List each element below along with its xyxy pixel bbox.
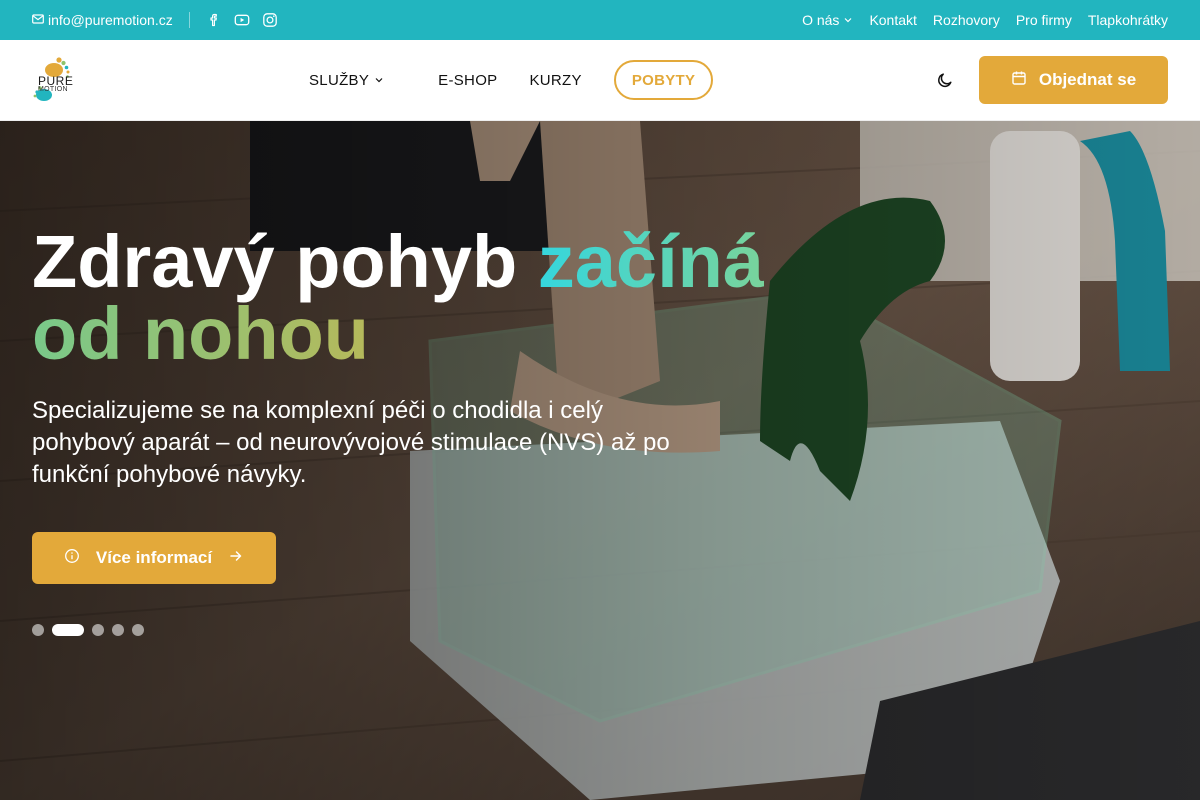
hero-title-line1: Zdravý pohyb začíná xyxy=(32,225,764,299)
slider-dot-active[interactable] xyxy=(52,624,84,636)
hero-subtitle: Specializujeme se na komplexní péči o ch… xyxy=(32,397,670,488)
slider-dot[interactable] xyxy=(92,624,104,636)
slider-pagination xyxy=(32,624,144,636)
nav-item-sluzby-label: SLUŽBY xyxy=(309,71,370,89)
hero-title-highlight: začíná xyxy=(537,220,764,303)
more-info-button[interactable]: Více informací xyxy=(32,532,276,584)
hero-title-part1: Zdravý pohyb xyxy=(32,220,538,303)
chevron-down-icon xyxy=(843,12,853,28)
arrow-right-icon xyxy=(228,548,244,569)
chevron-down-icon xyxy=(374,72,384,89)
slider-dot[interactable] xyxy=(132,624,144,636)
facebook-icon[interactable] xyxy=(206,12,222,28)
top-bar-links: O nás Kontakt Rozhovory Pro firmy Tlapko… xyxy=(802,12,1168,28)
logo-text-motion: MOTION xyxy=(38,86,68,93)
hero-title: Zdravý pohyb začíná od nohou xyxy=(32,225,764,371)
mail-icon xyxy=(32,12,44,28)
topbar-link-about[interactable]: O nás xyxy=(802,12,853,28)
top-bar: info@puremotion.cz O nás Kontakt Rozhovo… xyxy=(0,0,1200,40)
info-icon xyxy=(64,548,80,569)
hero-title-line2: od nohou xyxy=(32,297,764,371)
social-links xyxy=(206,12,278,28)
main-header: PURE MOTION SLUŽBY E-SHOP KURZY POBYTY O… xyxy=(0,40,1200,121)
more-info-button-label: Více informací xyxy=(95,548,213,567)
youtube-icon[interactable] xyxy=(234,12,250,28)
order-button-label: Objednat se xyxy=(1038,70,1137,89)
topbar-link-tlapkohratky[interactable]: Tlapkohrátky xyxy=(1088,12,1168,28)
top-bar-left: info@puremotion.cz xyxy=(32,12,278,28)
order-button[interactable]: Objednat se xyxy=(979,56,1168,104)
email-text: info@puremotion.cz xyxy=(48,12,173,28)
moon-icon[interactable] xyxy=(936,71,954,89)
topbar-link-contact[interactable]: Kontakt xyxy=(869,12,916,28)
nav-item-pobyty[interactable]: POBYTY xyxy=(613,60,714,100)
nav-item-eshop[interactable]: E-SHOP xyxy=(438,72,497,89)
topbar-link-companies[interactable]: Pro firmy xyxy=(1016,12,1072,28)
email-link[interactable]: info@puremotion.cz xyxy=(32,12,173,28)
main-nav: SLUŽBY E-SHOP KURZY POBYTY xyxy=(309,40,714,120)
instagram-icon[interactable] xyxy=(262,12,278,28)
hero-section: Zdravý pohyb začíná od nohou Specializuj… xyxy=(0,121,1200,800)
slider-dot[interactable] xyxy=(32,624,44,636)
logo[interactable]: PURE MOTION xyxy=(32,55,74,105)
nav-item-sluzby[interactable]: SLUŽBY xyxy=(309,72,384,89)
slider-dot[interactable] xyxy=(112,624,124,636)
calendar-icon xyxy=(1011,70,1027,91)
divider xyxy=(188,12,190,28)
topbar-link-about-label: O nás xyxy=(802,12,840,28)
topbar-link-interviews[interactable]: Rozhovory xyxy=(933,12,1000,28)
nav-item-kurzy[interactable]: KURZY xyxy=(529,72,581,89)
